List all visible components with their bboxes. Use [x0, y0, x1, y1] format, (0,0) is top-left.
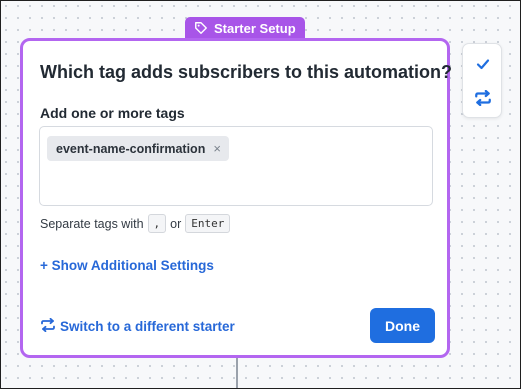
tag-icon [194, 21, 208, 35]
switch-starter-link[interactable]: Switch to a different starter [40, 317, 235, 335]
tags-input[interactable]: event-name-confirmation × [39, 126, 433, 206]
check-icon[interactable] [472, 53, 494, 75]
starter-setup-badge: Starter Setup [185, 17, 305, 39]
switch-starter-label: Switch to a different starter [60, 319, 235, 334]
tags-field-label: Add one or more tags [40, 105, 185, 121]
enter-key: Enter [185, 214, 231, 233]
done-button[interactable]: Done [370, 308, 435, 343]
close-icon[interactable]: × [213, 141, 221, 156]
swap-icon[interactable] [472, 87, 494, 109]
show-additional-settings-link[interactable]: + Show Additional Settings [40, 258, 214, 273]
helper-prefix: Separate tags with [40, 216, 144, 231]
tags-helper-text: Separate tags with , or Enter [40, 214, 231, 233]
starter-setup-dialog: Which tag adds subscribers to this autom… [20, 38, 453, 358]
comma-key: , [147, 214, 167, 233]
flow-connector-line [236, 355, 238, 389]
side-action-panel [462, 43, 502, 118]
tag-chip-label: event-name-confirmation [56, 141, 206, 156]
tag-chip: event-name-confirmation × [47, 136, 229, 161]
swap-icon [40, 317, 56, 335]
dialog-title: Which tag adds subscribers to this autom… [40, 62, 453, 82]
badge-label: Starter Setup [214, 20, 296, 36]
helper-or: or [170, 216, 182, 231]
